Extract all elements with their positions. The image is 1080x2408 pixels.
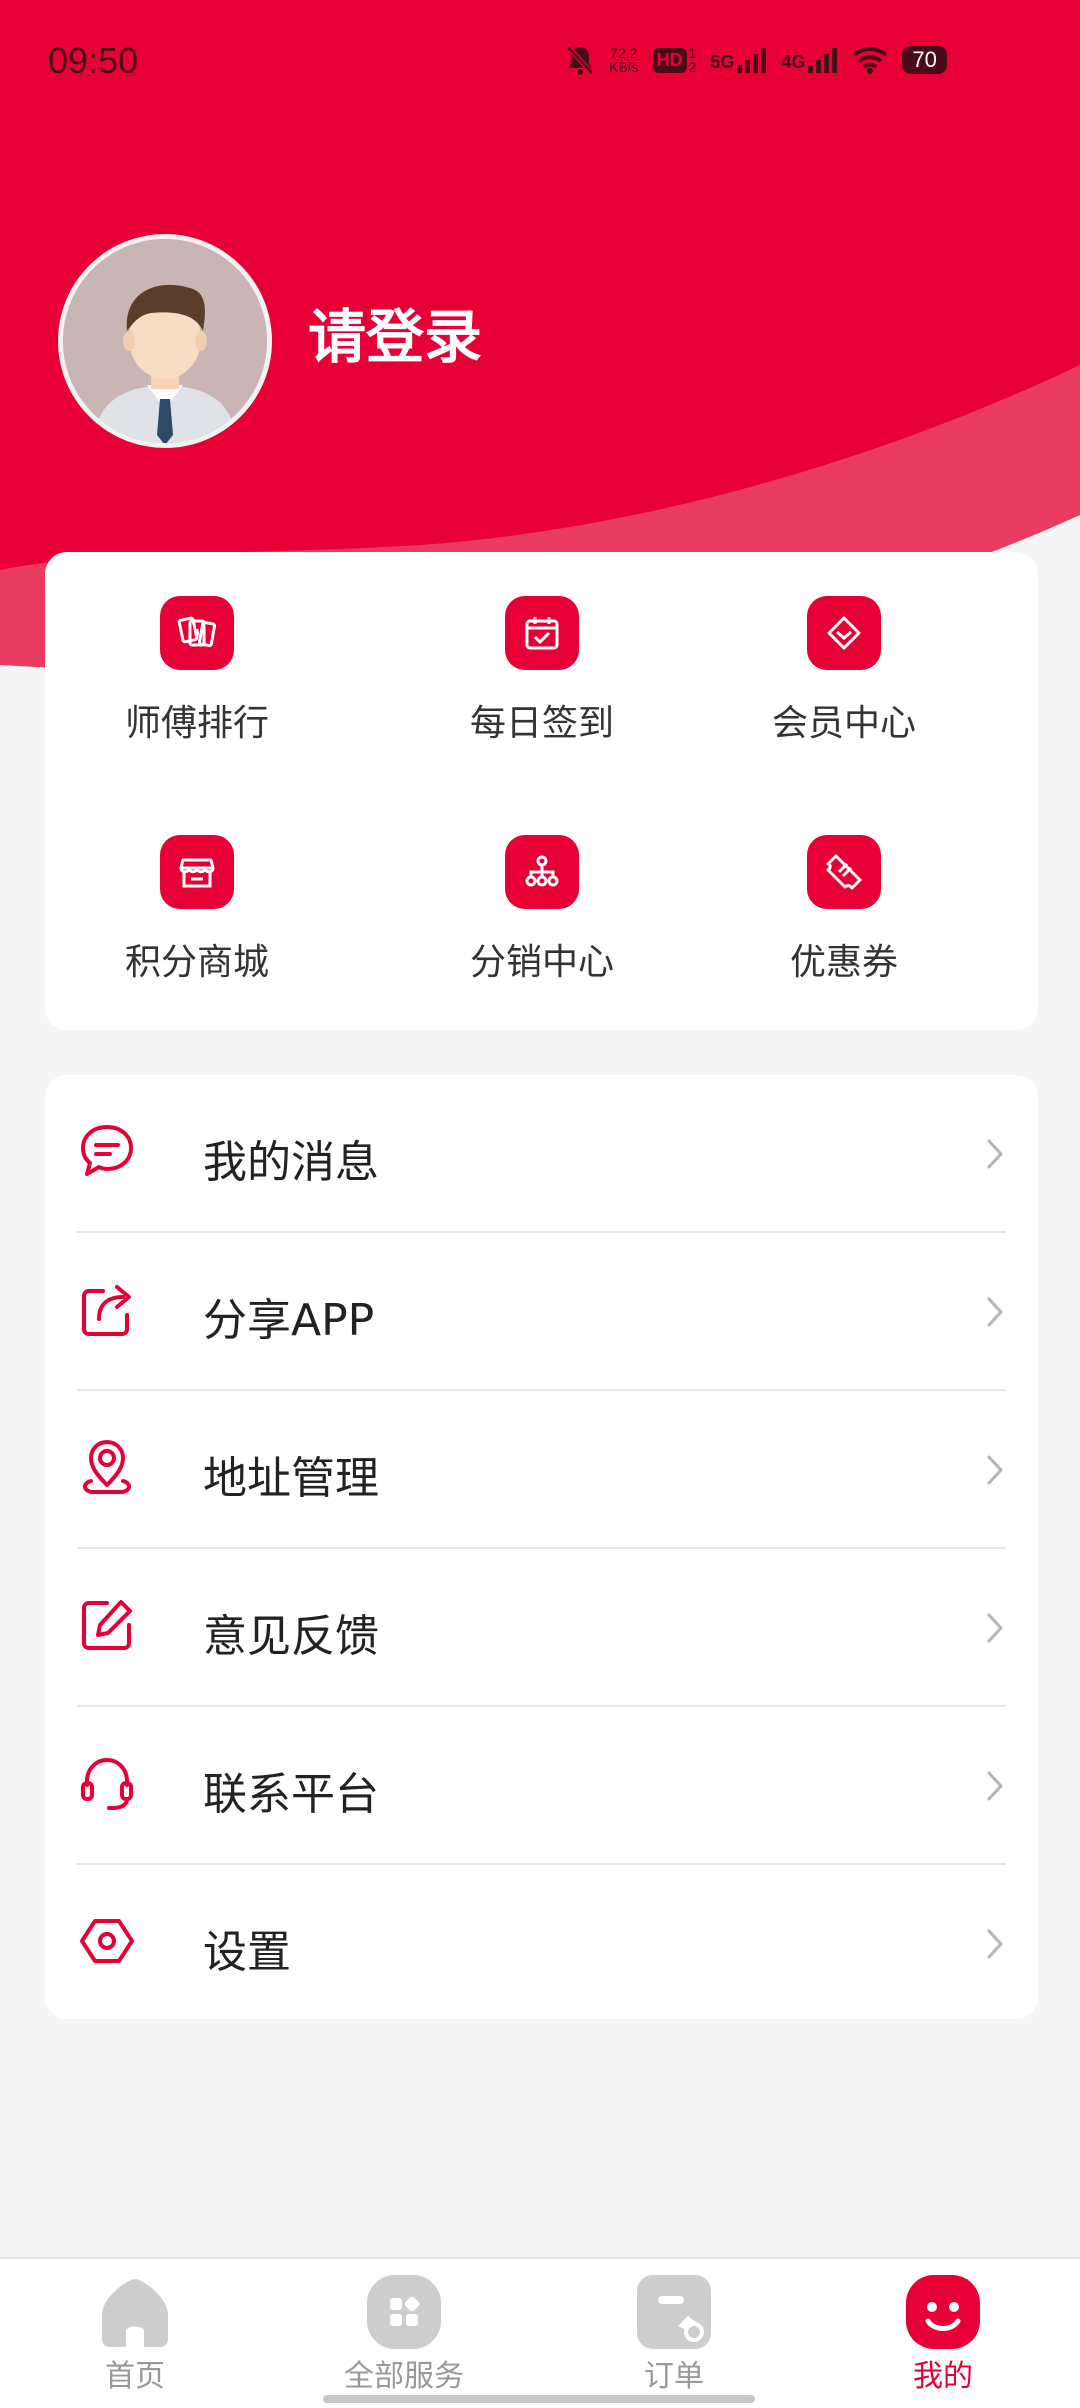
tab-label: 首页 — [105, 2359, 165, 2394]
order-icon — [637, 2275, 711, 2349]
tab-home[interactable]: 首页 — [35, 2275, 235, 2395]
status-icons: 72.2 KB/s HD 1 2 5G 4G 70 — [565, 40, 947, 80]
menu-item-label: 意见反馈 — [203, 1611, 379, 1662]
avatar[interactable] — [58, 234, 272, 448]
message-icon — [81, 1125, 133, 1176]
tab-mine[interactable]: 我的 — [843, 2275, 1043, 2395]
signal-bars-icon — [808, 48, 838, 73]
signal-4g: 4G — [781, 47, 838, 73]
bottom-tab-bar: 首页 全部服务 订单 我的 — [0, 2257, 1080, 2408]
grid-item-ranking[interactable]: 师傅排行 — [47, 596, 347, 776]
battery-indicator: 70 — [902, 46, 947, 74]
grid-item-daily-checkin[interactable]: 每日签到 — [392, 596, 692, 776]
location-icon — [83, 1440, 131, 1494]
menu-item-label: 我的消息 — [203, 1137, 379, 1188]
settings-icon — [80, 1919, 134, 1963]
hd-volte-indicator: HD 1 2 — [652, 46, 696, 74]
diamond-icon — [807, 596, 881, 670]
network-speed: 72.2 KB/s — [609, 45, 639, 75]
grid-item-distribution[interactable]: 分销中心 — [392, 835, 692, 1015]
default-avatar-icon — [63, 239, 267, 443]
chevron-right-icon — [987, 1139, 1003, 1169]
menu-item-address-management[interactable]: 地址管理 — [77, 1391, 1006, 1549]
share-icon — [82, 1285, 131, 1336]
wifi-icon — [853, 47, 888, 74]
store-icon — [160, 835, 234, 909]
menu-item-label: 设置 — [203, 1927, 291, 1978]
tab-label: 订单 — [644, 2359, 704, 2394]
menu-item-contact-platform[interactable]: 联系平台 — [77, 1707, 1006, 1865]
tab-label: 全部服务 — [344, 2359, 464, 2394]
grid-item-label: 每日签到 — [469, 703, 614, 744]
tab-orders[interactable]: 订单 — [574, 2275, 774, 2395]
tab-label: 我的 — [913, 2359, 973, 2394]
calendar-check-icon — [505, 596, 579, 670]
menu-item-label: 地址管理 — [203, 1453, 379, 1504]
chevron-right-icon — [987, 1929, 1003, 1959]
menu-item-label: 联系平台 — [203, 1769, 379, 1820]
feature-grid-card: 师傅排行 每日签到 会员中心 积分商城 分销中心 优惠券 — [45, 552, 1038, 1030]
grid-item-label: 积分商城 — [124, 942, 269, 983]
grid-item-label: 优惠券 — [789, 942, 898, 983]
menu-item-settings[interactable]: 设置 — [77, 1865, 1006, 2023]
status-time: 09:50 — [48, 40, 139, 81]
grid-item-label: 分销中心 — [469, 942, 614, 983]
hd-badge: HD — [652, 47, 687, 73]
chevron-right-icon — [987, 1455, 1003, 1485]
menu-item-my-messages[interactable]: 我的消息 — [77, 1075, 1006, 1233]
chevron-right-icon — [987, 1297, 1003, 1327]
status-bar: 09:50 72.2 KB/s HD 1 2 5G 4G 70 — [0, 0, 1080, 125]
home-icon — [98, 2275, 172, 2349]
menu-item-share-app[interactable]: 分享APP — [77, 1233, 1006, 1391]
login-prompt[interactable]: 请登录 — [308, 290, 482, 374]
grid-item-points-mall[interactable]: 积分商城 — [47, 835, 347, 1015]
mute-bell-icon — [566, 45, 594, 75]
headset-icon — [81, 1757, 133, 1810]
coupon-icon — [807, 835, 881, 909]
signal-bars-icon — [737, 48, 767, 73]
home-indicator[interactable] — [323, 2395, 755, 2403]
grid-item-membership[interactable]: 会员中心 — [694, 596, 994, 776]
chevron-right-icon — [987, 1771, 1003, 1801]
chevron-right-icon — [987, 1613, 1003, 1643]
profile-face-icon — [906, 2275, 980, 2349]
ranking-icon — [160, 596, 234, 670]
grid-icon — [367, 2275, 441, 2349]
grid-item-label: 师傅排行 — [124, 703, 269, 744]
org-chart-icon — [505, 835, 579, 909]
edit-icon — [82, 1600, 132, 1650]
menu-list-card: 我的消息 分享APP 地址管理 意见反馈 联系平台 设置 — [45, 1075, 1038, 2019]
menu-item-feedback[interactable]: 意见反馈 — [77, 1549, 1006, 1707]
signal-5g: 5G — [710, 47, 767, 73]
tab-all-services[interactable]: 全部服务 — [304, 2275, 504, 2395]
grid-item-label: 会员中心 — [771, 703, 916, 744]
menu-item-label: 分享APP — [203, 1295, 375, 1346]
grid-item-coupons[interactable]: 优惠券 — [694, 835, 994, 1015]
